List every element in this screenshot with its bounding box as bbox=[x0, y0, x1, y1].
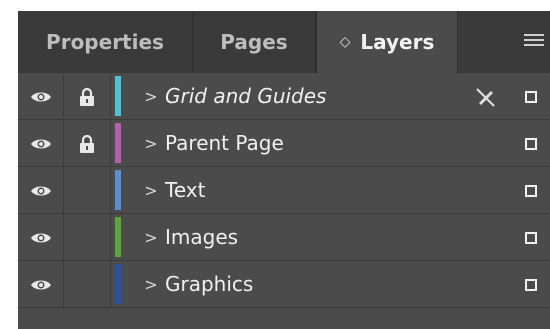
lock-icon[interactable] bbox=[64, 120, 111, 167]
visibility-eye-icon[interactable] bbox=[18, 261, 64, 308]
lock-toggle-empty[interactable] bbox=[64, 167, 111, 214]
layer-row[interactable]: > Graphics bbox=[18, 261, 550, 308]
select-layer-box[interactable] bbox=[518, 261, 544, 308]
layer-color-swatch bbox=[115, 264, 121, 304]
layer-color-swatch bbox=[115, 217, 121, 257]
select-layer-box[interactable] bbox=[518, 167, 544, 214]
selection-square-icon bbox=[525, 137, 537, 150]
layer-row[interactable]: > Text bbox=[18, 167, 550, 214]
tab-properties[interactable]: Properties bbox=[18, 11, 193, 73]
visibility-eye-icon[interactable] bbox=[18, 73, 64, 120]
layers-panel: Properties Pages ◇ Layers > Grid and Gui… bbox=[18, 11, 550, 329]
visibility-eye-icon[interactable] bbox=[18, 214, 64, 261]
selection-square-icon bbox=[525, 231, 537, 244]
layer-name: Grid and Guides bbox=[165, 84, 327, 108]
layer-name: Images bbox=[165, 225, 239, 249]
layer-row[interactable]: > Parent Page bbox=[18, 120, 550, 167]
layer-row[interactable]: > Grid and Guides bbox=[18, 73, 550, 120]
layer-color-swatch bbox=[115, 123, 121, 163]
tab-pages-label: Pages bbox=[220, 30, 288, 54]
expand-chevron-icon[interactable]: > bbox=[142, 120, 160, 167]
layer-name: Text bbox=[165, 178, 206, 202]
layer-row[interactable]: > Images bbox=[18, 214, 550, 261]
expand-chevron-icon[interactable]: > bbox=[142, 261, 160, 308]
panel-tab-bar: Properties Pages ◇ Layers bbox=[18, 11, 550, 73]
tab-collapse-chevron-icon[interactable]: ◇ bbox=[340, 34, 351, 50]
selection-square-icon bbox=[525, 90, 537, 103]
select-layer-box[interactable] bbox=[518, 120, 544, 167]
selection-square-icon bbox=[525, 184, 537, 197]
tab-layers-label: Layers bbox=[360, 30, 435, 54]
selection-square-icon bbox=[525, 278, 537, 291]
tab-properties-label: Properties bbox=[46, 30, 164, 54]
tab-layers[interactable]: ◇ Layers bbox=[316, 11, 458, 73]
layer-color-swatch bbox=[115, 76, 121, 116]
select-layer-box[interactable] bbox=[518, 73, 544, 120]
lock-icon[interactable] bbox=[64, 73, 111, 120]
expand-chevron-icon[interactable]: > bbox=[142, 167, 160, 214]
visibility-eye-icon[interactable] bbox=[18, 120, 64, 167]
select-layer-box[interactable] bbox=[518, 214, 544, 261]
lock-toggle-empty[interactable] bbox=[64, 214, 111, 261]
layer-name: Parent Page bbox=[165, 131, 284, 155]
expand-chevron-icon[interactable]: > bbox=[142, 73, 160, 120]
layer-color-swatch bbox=[115, 170, 121, 210]
layer-name: Graphics bbox=[165, 272, 254, 296]
layers-list: > Grid and Guides > Parent Page > Text >… bbox=[18, 73, 550, 308]
visibility-eye-icon[interactable] bbox=[18, 167, 64, 214]
panel-menu-icon[interactable] bbox=[524, 34, 544, 50]
hidden-guides-pen-icon[interactable] bbox=[470, 73, 500, 120]
lock-toggle-empty[interactable] bbox=[64, 261, 111, 308]
tab-pages[interactable]: Pages bbox=[193, 11, 316, 73]
expand-chevron-icon[interactable]: > bbox=[142, 214, 160, 261]
